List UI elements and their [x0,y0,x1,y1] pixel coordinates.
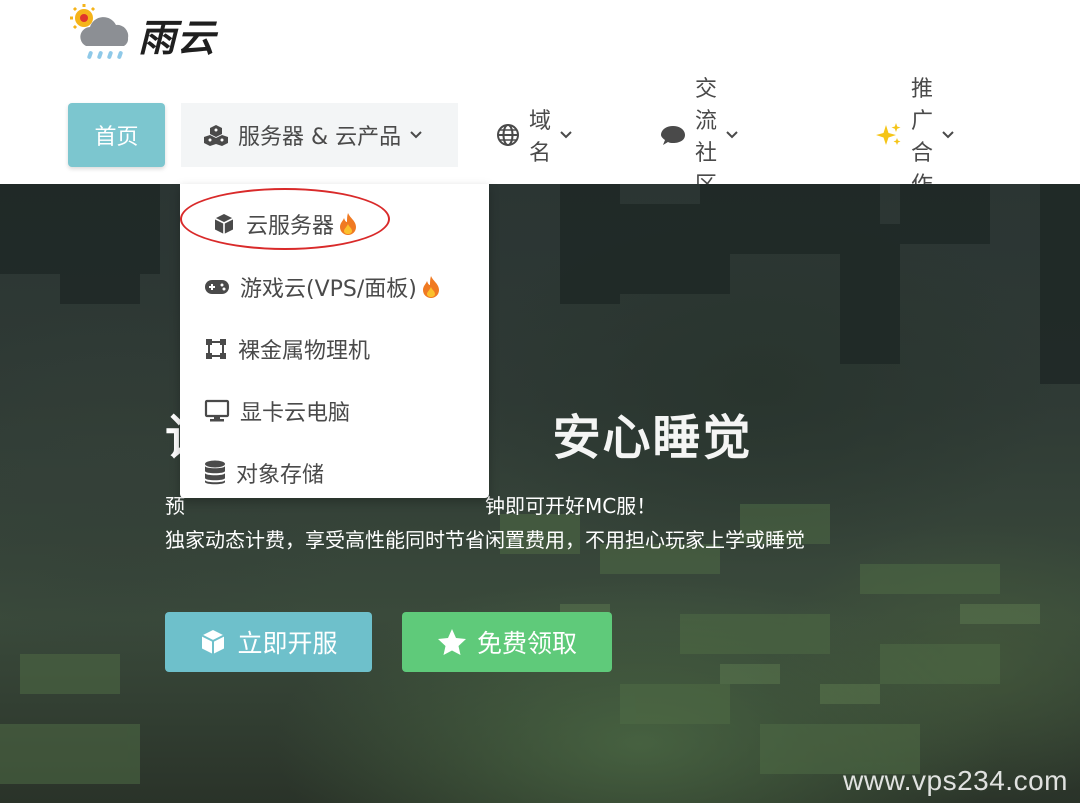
menu-item-object-storage[interactable]: 对象存储 [204,453,324,493]
main-nav: 首页 服务器 & 云产品 域名 交流社 推广合 [68,77,954,198]
logo[interactable]: 雨云 [66,2,216,66]
free-claim-button[interactable]: 免费领取 [402,612,612,672]
hero-subtitle-line2: 独家动态计费，享受高性能同时节省闲置费用，不用担心玩家上学或睡觉 [165,528,805,552]
nav-servers-label: 服务器 & 云产品 [238,125,402,150]
menu-item-game-cloud[interactable]: 游戏云(VPS/面板) [204,267,441,307]
hero-banner: 让 安心睡觉 预钟即可开好MC服！ 独家动态计费，享受高性能同时节省闲置费用，不… [0,184,1080,803]
menu-item-cloud-server[interactable]: 云服务器 [212,204,358,244]
hero-title-main: 安心睡觉 [552,410,753,466]
menu-item-gpu-cloud-pc[interactable]: 显卡云电脑 [204,391,350,431]
menu-item-bare-metal[interactable]: 裸金属物理机 [204,329,370,369]
nav-servers-products[interactable]: 服务器 & 云产品 [181,103,458,167]
nav-community[interactable]: 交流社区 [660,77,739,198]
menu-item-label: 裸金属物理机 [238,339,371,364]
site-header: 雨云 首页 服务器 & 云产品 域名 交流社 推广合 [0,0,1080,198]
nav-promo-label: 推广合作 [911,77,934,198]
chevron-down-icon [726,131,738,139]
watermark: www.vps234.com [843,765,1068,796]
weather-logo-icon [66,2,136,66]
menu-item-label: 对象存储 [236,463,325,488]
chevron-down-icon [410,131,422,139]
nav-promo[interactable]: 推广合作 [874,77,955,198]
free-claim-label: 免费领取 [476,629,577,658]
bare-metal-icon [206,339,226,359]
menu-item-label: 云服务器 [246,214,335,239]
chevron-down-icon [560,131,572,139]
nav-home[interactable]: 首页 [68,103,165,167]
nav-domain-label: 域名 [529,109,552,166]
open-server-button[interactable]: 立即开服 [165,612,372,672]
gamepad-icon [205,280,229,294]
chevron-down-icon [942,131,954,139]
cube-icon [214,214,234,234]
sparkles-icon [876,123,901,145]
menu-item-label: 显卡云电脑 [240,401,351,426]
cube-icon [202,630,225,654]
fire-icon [340,213,357,235]
cubes-icon [204,125,228,146]
hero-line1-right: 钟即可开好MC服！ [485,494,657,518]
servers-dropdown-menu: 云服务器 游戏云(VPS/面板) 裸金属物理机 显卡云电脑 对象存储 [180,184,489,498]
open-server-label: 立即开服 [237,629,338,658]
chat-bubble-icon [661,126,685,145]
star-icon [437,629,466,655]
database-icon [205,460,225,485]
nav-domain[interactable]: 域名 [496,103,573,167]
menu-item-label: 游戏云(VPS/面板) [240,277,417,302]
nav-community-label: 交流社区 [695,77,718,198]
monitor-icon [204,399,230,422]
globe-icon [497,124,519,146]
fire-icon [422,276,439,298]
logo-text: 雨云 [138,15,217,60]
